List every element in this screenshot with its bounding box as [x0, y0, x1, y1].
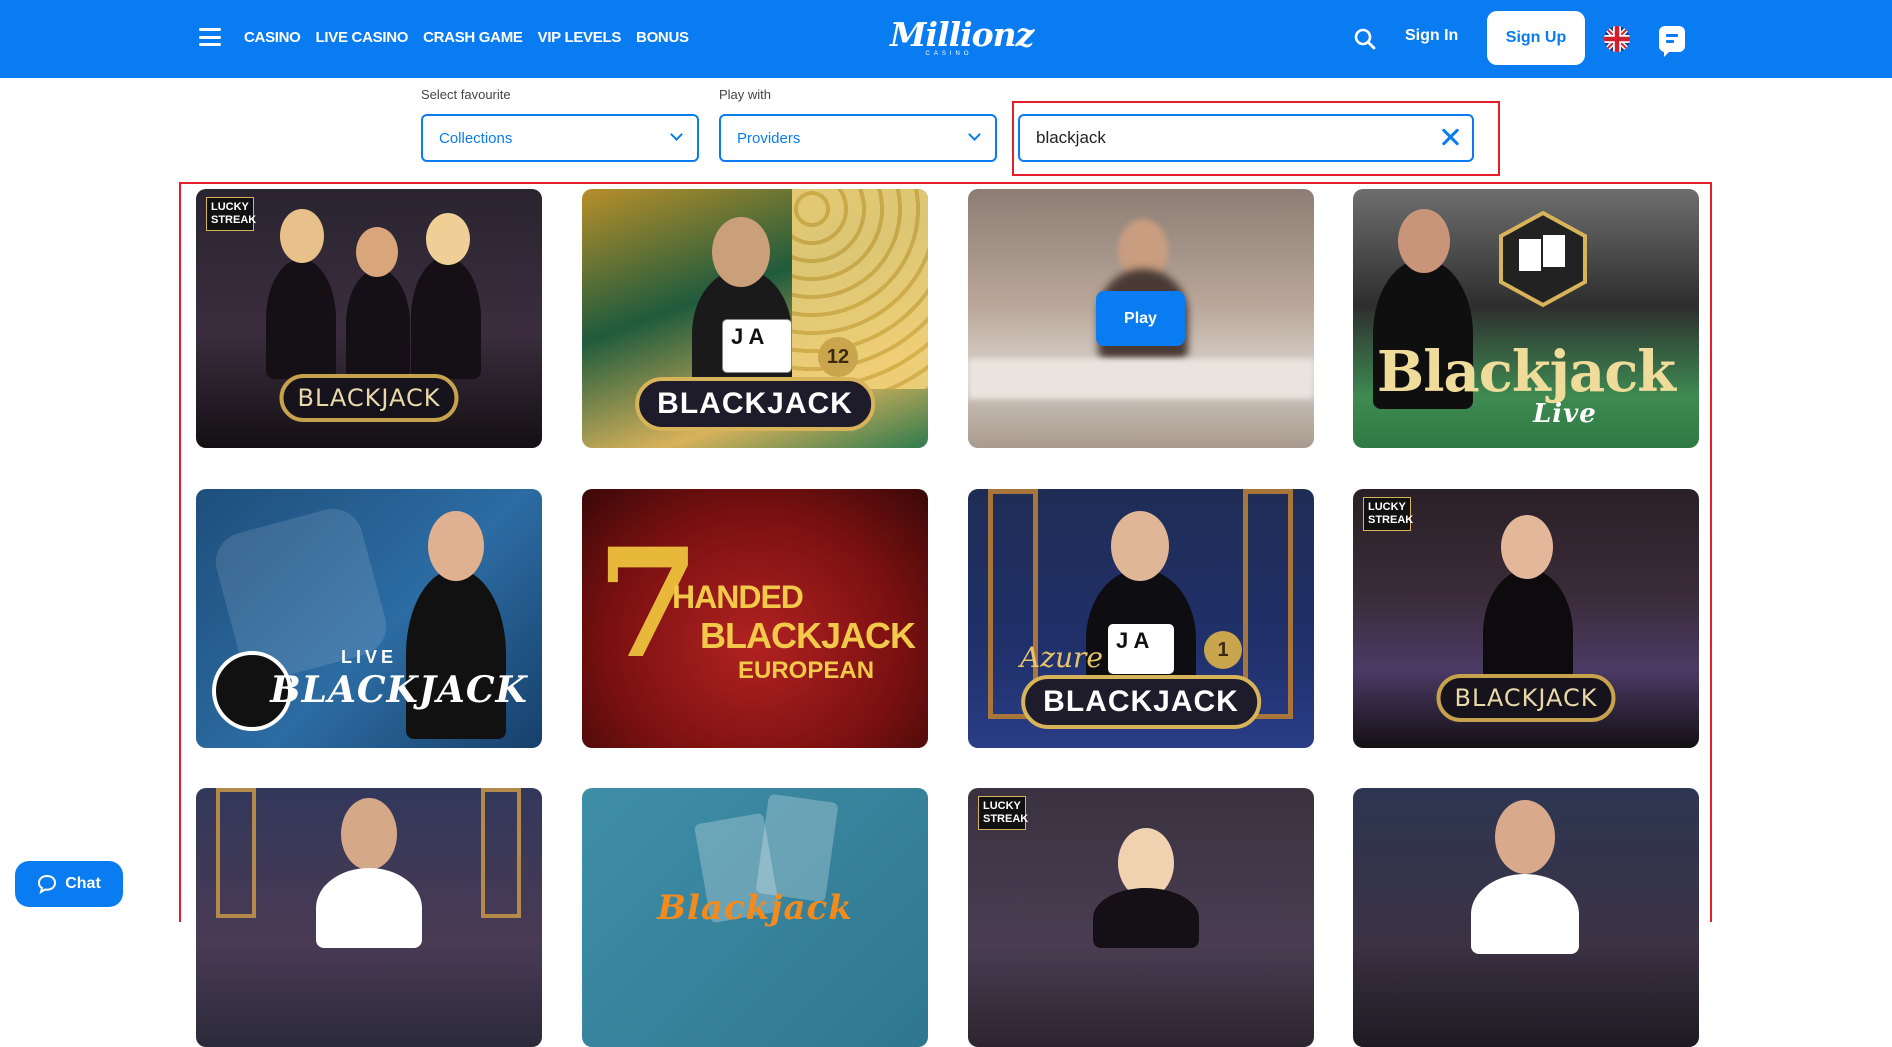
collections-value: Collections	[439, 129, 513, 147]
nav-vip-levels[interactable]: VIP LEVELS	[538, 29, 622, 46]
game-tile[interactable]: 7 HANDED BLACKJACK EUROPEAN	[582, 489, 928, 748]
nav-casino[interactable]: CASINO	[244, 29, 301, 46]
game-tile[interactable]: Blackjack	[582, 788, 928, 1047]
menu-icon[interactable]	[199, 28, 221, 46]
search-icon[interactable]	[1354, 28, 1376, 50]
game-tile[interactable]	[1353, 788, 1699, 1047]
game-tile[interactable]: LUCKY STREAK BLACKJACK	[196, 189, 542, 448]
game-tile[interactable]: LUCKY STREAK BLACKJACK	[1353, 489, 1699, 748]
providers-dropdown[interactable]: Providers	[719, 114, 997, 162]
main-nav: CASINO LIVE CASINO CRASH GAME VIP LEVELS…	[244, 29, 689, 46]
game-title: BLACKJACK	[297, 384, 441, 412]
game-title: HANDED	[672, 579, 804, 615]
game-tile[interactable]: J A 1 Azure BLACKJACK	[968, 489, 1314, 748]
table-number: 12	[818, 337, 858, 377]
site-logo[interactable]: Millionz CASINO	[890, 15, 1034, 60]
lucky-streak-badge: LUCKY STREAK	[206, 197, 256, 231]
uk-flag-icon[interactable]	[1604, 26, 1630, 52]
collections-dropdown[interactable]: Collections	[421, 114, 699, 162]
game-tile[interactable]: J A 12 BLACKJACK	[582, 189, 928, 448]
cards-icon: J A	[1108, 624, 1174, 674]
game-tile[interactable]: Play	[968, 189, 1314, 448]
game-tile[interactable]	[196, 788, 542, 1047]
chat-bubble-icon	[38, 874, 57, 894]
game-title-line2: BLACKJACK	[700, 615, 916, 656]
chat-label: Chat	[65, 875, 101, 892]
cards-icon: J A	[722, 319, 792, 373]
chevron-down-icon	[670, 128, 683, 141]
play-button[interactable]: Play	[1096, 291, 1185, 346]
nav-live-casino[interactable]: LIVE CASINO	[316, 29, 409, 46]
game-subtitle: Live	[1533, 399, 1597, 429]
chat-button[interactable]: Chat	[15, 861, 123, 907]
game-tile[interactable]: Blackjack Live	[1353, 189, 1699, 448]
game-tile[interactable]: LIVE BLACKJACK	[196, 489, 542, 748]
nav-bonus[interactable]: BONUS	[636, 29, 689, 46]
game-logo-plate: BLACKJACK	[1436, 674, 1616, 722]
lucky-streak-badge: LUCKY STREAK	[978, 796, 1028, 830]
game-subtitle: EUROPEAN	[738, 657, 875, 684]
game-logo-plate: BLACKJACK	[1021, 675, 1261, 729]
chevron-down-icon	[968, 128, 981, 141]
play-with-label: Play with	[719, 87, 772, 102]
game-title: BLACKJACK	[270, 669, 528, 711]
favourite-label: Select favourite	[421, 87, 511, 102]
hexagon-cards-icon	[1499, 210, 1587, 308]
sign-in-link[interactable]: Sign In	[1405, 27, 1458, 45]
lucky-streak-badge: LUCKY STREAK	[1363, 497, 1413, 531]
game-logo-plate: BLACKJACK	[279, 374, 459, 422]
game-search-input[interactable]	[1018, 114, 1474, 162]
game-title: BLACKJACK	[657, 387, 853, 420]
game-logo-plate: BLACKJACK	[635, 377, 875, 431]
sign-up-button[interactable]: Sign Up	[1487, 11, 1585, 65]
table-number: 1	[1204, 631, 1242, 669]
nav-crash-game[interactable]: CRASH GAME	[423, 29, 523, 46]
messages-icon[interactable]	[1659, 26, 1685, 57]
logo-wordmark: Millionz	[890, 15, 1034, 54]
game-title: Blackjack	[657, 888, 853, 928]
game-tile[interactable]: LUCKY STREAK	[968, 788, 1314, 1047]
card-icon	[755, 793, 839, 903]
game-title: Blackjack	[1376, 339, 1676, 405]
clear-search-icon[interactable]	[1440, 127, 1460, 147]
game-title: BLACKJACK	[1043, 685, 1239, 718]
game-title: BLACKJACK	[1454, 684, 1598, 712]
game-subtitle: Azure	[1020, 641, 1103, 674]
top-navigation-bar: CASINO LIVE CASINO CRASH GAME VIP LEVELS…	[0, 0, 1892, 78]
providers-value: Providers	[737, 129, 801, 147]
